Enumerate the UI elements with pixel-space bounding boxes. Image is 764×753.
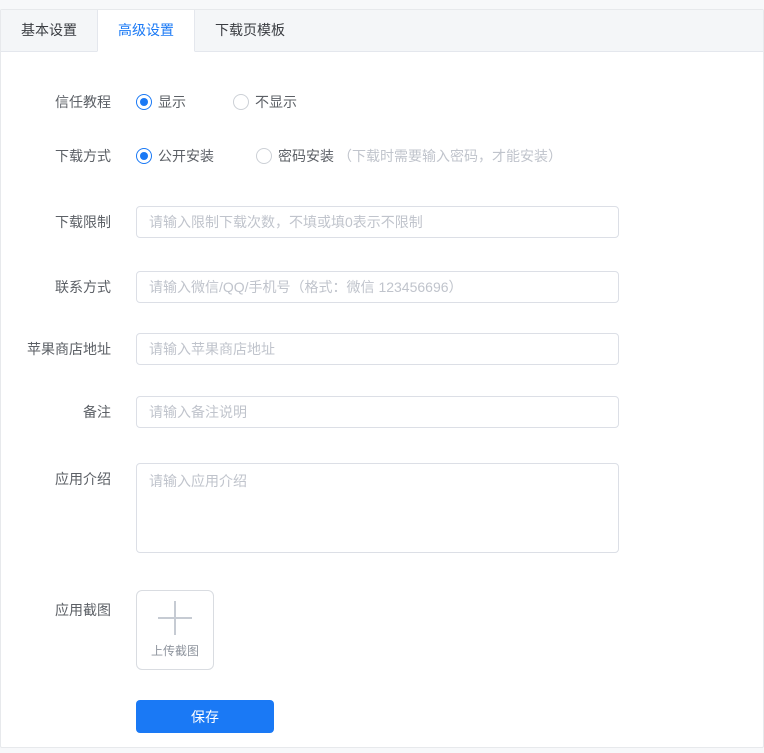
download-method-label: 下载方式	[55, 148, 111, 164]
form-row-contact: 联系方式	[1, 271, 763, 303]
app-intro-textarea[interactable]	[136, 463, 619, 553]
radio-password-install-label: 密码安装	[278, 148, 334, 164]
app-intro-label: 应用介绍	[55, 471, 111, 487]
form-row-remark: 备注	[1, 396, 763, 428]
radio-unselected-icon	[233, 94, 249, 110]
radio-show-label: 显示	[158, 94, 186, 110]
form-row-download-limit: 下载限制	[1, 206, 763, 238]
radio-show[interactable]: 显示	[136, 92, 186, 112]
plus-icon	[158, 601, 192, 635]
download-limit-input[interactable]	[136, 206, 619, 238]
download-method-radio-group: 公开安装 密码安装 （下载时需要输入密码，才能安装）	[136, 146, 562, 166]
radio-selected-icon	[136, 94, 152, 110]
radio-hide[interactable]: 不显示	[233, 92, 297, 112]
radio-public-install[interactable]: 公开安装	[136, 146, 214, 166]
upload-screenshot-text: 上传截图	[150, 644, 199, 658]
trust-tutorial-label: 信任教程	[55, 94, 111, 110]
contact-input[interactable]	[136, 271, 619, 303]
trust-tutorial-radio-group: 显示 不显示	[136, 92, 297, 112]
form-row-app-screenshot: 应用截图 上传截图	[1, 590, 763, 670]
tab-bar: 基本设置 高级设置 下载页模板	[1, 10, 763, 52]
remark-label: 备注	[83, 404, 111, 420]
save-button[interactable]: 保存	[136, 700, 274, 733]
radio-public-install-label: 公开安装	[158, 148, 214, 164]
appstore-url-label: 苹果商店地址	[27, 341, 111, 357]
contact-label: 联系方式	[55, 279, 111, 295]
download-limit-label: 下载限制	[55, 214, 111, 230]
form-row-appstore-url: 苹果商店地址	[1, 333, 763, 365]
radio-unselected-icon	[256, 148, 272, 164]
form-row-trust-tutorial: 信任教程 显示 不显示	[1, 92, 763, 112]
tab-bar-filler	[305, 10, 763, 52]
tab-advanced-settings[interactable]: 高级设置	[97, 10, 195, 52]
radio-selected-icon	[136, 148, 152, 164]
remark-input[interactable]	[136, 396, 619, 428]
tab-download-page-template[interactable]: 下载页模板	[195, 10, 305, 52]
radio-password-install[interactable]: 密码安装 （下载时需要输入密码，才能安装）	[256, 146, 562, 166]
appstore-url-input[interactable]	[136, 333, 619, 365]
form-row-app-intro: 应用介绍	[1, 463, 763, 558]
password-install-hint: （下载时需要输入密码，才能安装）	[338, 148, 562, 164]
tab-basic-settings[interactable]: 基本设置	[1, 10, 97, 52]
advanced-settings-form: 信任教程 显示 不显示 下载方式 公开安装 密码安装 （下载时需要输入密码，才能…	[1, 52, 763, 733]
app-screenshot-label: 应用截图	[55, 602, 111, 618]
settings-card: 基本设置 高级设置 下载页模板 信任教程 显示 不显示 下载方式 公开安装 密码…	[0, 9, 764, 748]
radio-hide-label: 不显示	[255, 94, 297, 110]
upload-screenshot-button[interactable]: 上传截图	[136, 590, 214, 670]
form-row-download-method: 下载方式 公开安装 密码安装 （下载时需要输入密码，才能安装）	[1, 146, 763, 166]
